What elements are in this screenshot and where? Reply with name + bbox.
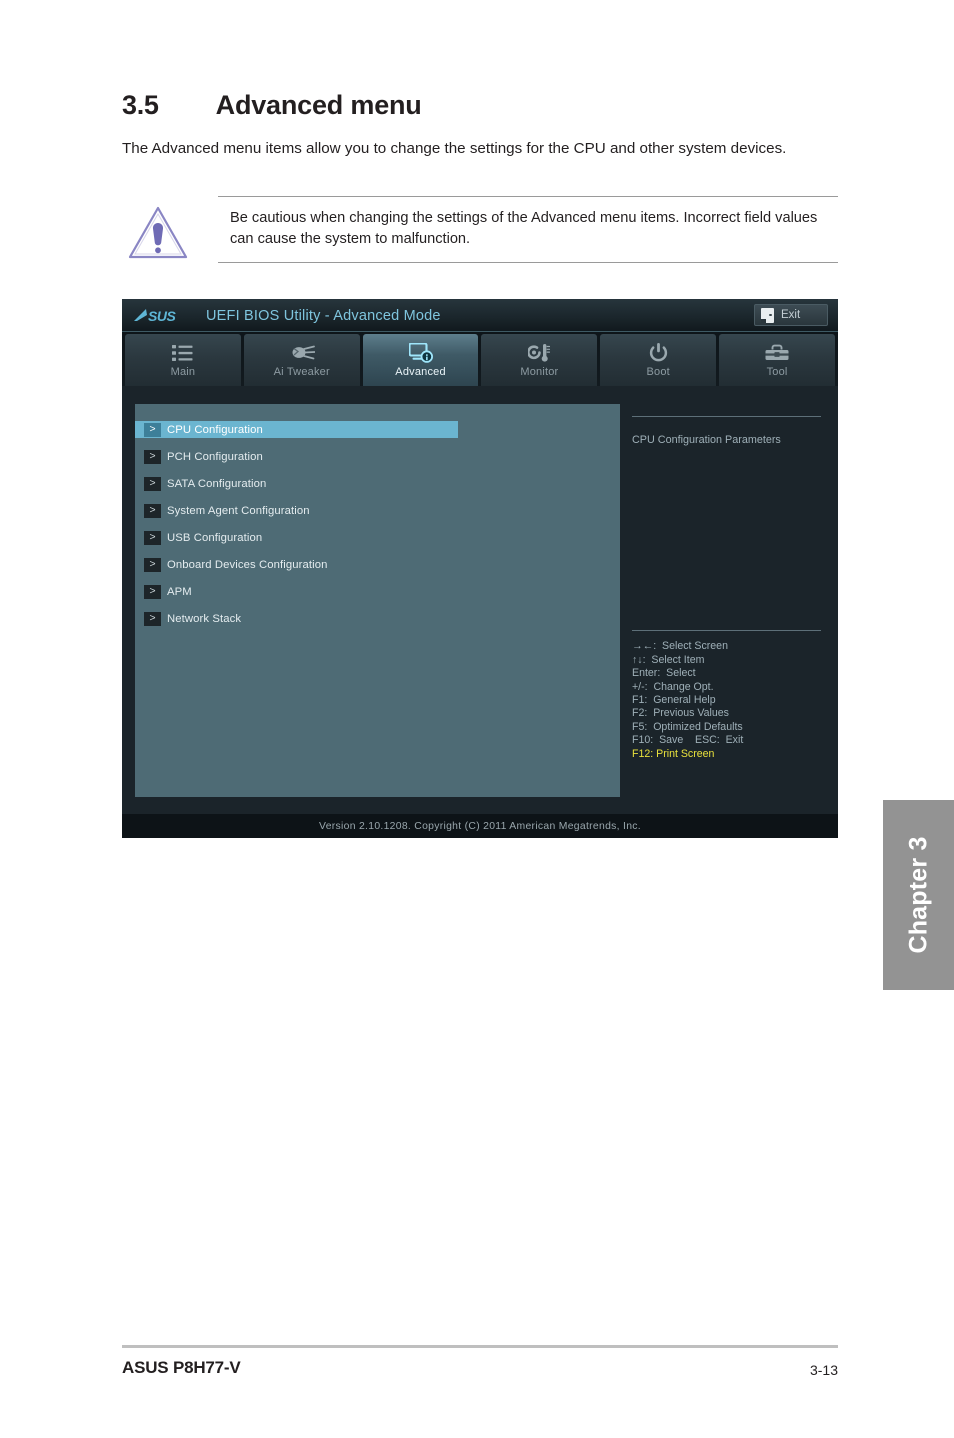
bios-version-footer: Version 2.10.1208. Copyright (C) 2011 Am… bbox=[122, 814, 838, 838]
warning-triangle-icon bbox=[126, 204, 190, 262]
submenu-arrow-icon: > bbox=[144, 449, 161, 464]
asus-logo: SUS bbox=[134, 307, 196, 324]
bios-screenshot: SUS UEFI BIOS Utility - Advanced Mode Ex… bbox=[122, 299, 838, 838]
chapter-tab-label: Chapter 3 bbox=[904, 836, 932, 954]
submenu-arrow-icon: > bbox=[144, 503, 161, 518]
menu-item-sata-configuration[interactable]: > SATA Configuration bbox=[135, 475, 620, 492]
power-icon bbox=[649, 342, 668, 363]
menu-item-label: PCH Configuration bbox=[167, 450, 263, 463]
menu-item-label: USB Configuration bbox=[167, 531, 263, 544]
bios-body: > CPU Configuration > PCH Configuration … bbox=[122, 386, 838, 814]
menu-item-network-stack[interactable]: > Network Stack bbox=[135, 610, 620, 627]
caution-note-body: Be cautious when changing the settings o… bbox=[218, 196, 838, 263]
page-title: 3.5 Advanced menu bbox=[122, 90, 422, 121]
legend-select-screen: →←: Select Screen bbox=[632, 640, 728, 653]
legend-previous-values: F2: Previous Values bbox=[632, 707, 729, 720]
tab-monitor-label: Monitor bbox=[520, 366, 559, 378]
bios-title: UEFI BIOS Utility - Advanced Mode bbox=[206, 307, 441, 324]
tab-boot-label: Boot bbox=[646, 366, 670, 378]
submenu-arrow-icon: > bbox=[144, 422, 161, 437]
footer-divider bbox=[122, 1345, 838, 1348]
document-page: 3.5 Advanced menu The Advanced menu item… bbox=[0, 0, 954, 1438]
thermometer-fan-icon bbox=[528, 342, 551, 363]
footer-page-number: 3-13 bbox=[809, 1362, 838, 1378]
intro-paragraph: The Advanced menu items allow you to cha… bbox=[122, 140, 787, 157]
legend-select-item: ↑↓: Select Item bbox=[632, 653, 705, 666]
menu-item-pch-configuration[interactable]: > PCH Configuration bbox=[135, 448, 620, 465]
tab-tool[interactable]: Tool bbox=[719, 334, 835, 386]
list-icon bbox=[172, 342, 193, 363]
exit-button-label: Exit bbox=[781, 309, 801, 321]
footer-product-name: ASUS P8H77-V bbox=[122, 1358, 241, 1377]
menu-item-label: System Agent Configuration bbox=[167, 504, 310, 517]
legend-optimized-defaults: F5: Optimized Defaults bbox=[632, 720, 743, 733]
tab-ai-tweaker-label: Ai Tweaker bbox=[273, 366, 330, 378]
menu-item-label: SATA Configuration bbox=[167, 477, 267, 490]
monitor-info-icon bbox=[408, 342, 433, 363]
menu-item-label: CPU Configuration bbox=[167, 423, 263, 436]
section-number: 3.5 bbox=[122, 90, 159, 120]
submenu-arrow-icon: > bbox=[144, 557, 161, 572]
tab-boot[interactable]: Boot bbox=[600, 334, 717, 386]
legend-general-help: F1: General Help bbox=[632, 693, 716, 706]
exit-button[interactable]: Exit bbox=[754, 304, 828, 326]
bios-key-legend: →←: Select Screen ↑↓: Select Item Enter:… bbox=[632, 630, 821, 761]
submenu-arrow-icon: > bbox=[144, 584, 161, 599]
bios-help-pane: CPU Configuration Parameters →←: Select … bbox=[632, 404, 821, 797]
tab-main-label: Main bbox=[170, 366, 196, 378]
comet-icon bbox=[289, 342, 315, 363]
tab-main[interactable]: Main bbox=[125, 334, 241, 386]
legend-print-screen: F12: Print Screen bbox=[632, 747, 715, 760]
menu-item-apm[interactable]: > APM bbox=[135, 583, 620, 600]
exit-door-icon bbox=[761, 307, 774, 323]
submenu-arrow-icon: > bbox=[144, 530, 161, 545]
tab-tool-label: Tool bbox=[766, 366, 788, 378]
caution-text: Be cautious when changing the settings o… bbox=[230, 210, 818, 247]
section-title: Advanced menu bbox=[215, 90, 422, 120]
submenu-arrow-icon: > bbox=[144, 476, 161, 491]
menu-item-usb-configuration[interactable]: > USB Configuration bbox=[135, 529, 620, 546]
legend-enter-select: Enter: Select bbox=[632, 667, 696, 680]
tab-monitor[interactable]: Monitor bbox=[481, 334, 598, 386]
tab-advanced-label: Advanced bbox=[395, 366, 446, 378]
help-text: CPU Configuration Parameters bbox=[632, 434, 781, 446]
bios-menu-list: > CPU Configuration > PCH Configuration … bbox=[135, 404, 620, 797]
legend-save-exit: F10: Save ESC: Exit bbox=[632, 734, 744, 747]
caution-note: Be cautious when changing the settings o… bbox=[122, 196, 838, 263]
bios-titlebar: SUS UEFI BIOS Utility - Advanced Mode Ex… bbox=[122, 299, 838, 332]
menu-item-onboard-devices-configuration[interactable]: > Onboard Devices Configuration bbox=[135, 556, 620, 573]
tab-ai-tweaker[interactable]: Ai Tweaker bbox=[243, 334, 360, 386]
legend-divider bbox=[632, 630, 821, 632]
menu-item-system-agent-configuration[interactable]: > System Agent Configuration bbox=[135, 502, 620, 519]
bios-version-text: Version 2.10.1208. Copyright (C) 2011 Am… bbox=[319, 820, 641, 832]
menu-item-cpu-configuration[interactable]: > CPU Configuration bbox=[135, 421, 458, 438]
toolbox-icon bbox=[765, 342, 789, 363]
menu-item-label: Onboard Devices Configuration bbox=[167, 558, 328, 571]
bios-tabbar: Main Ai Tweaker Advanced Monitor Boot To… bbox=[122, 332, 838, 386]
legend-change-opt: +/-: Change Opt. bbox=[632, 680, 714, 693]
menu-item-label: Network Stack bbox=[167, 612, 242, 625]
help-divider bbox=[632, 416, 821, 417]
tab-advanced[interactable]: Advanced bbox=[362, 334, 479, 386]
submenu-arrow-icon: > bbox=[144, 611, 161, 626]
chapter-tab: Chapter 3 bbox=[883, 800, 954, 990]
svg-text:SUS: SUS bbox=[148, 308, 176, 324]
menu-item-label: APM bbox=[167, 585, 192, 598]
